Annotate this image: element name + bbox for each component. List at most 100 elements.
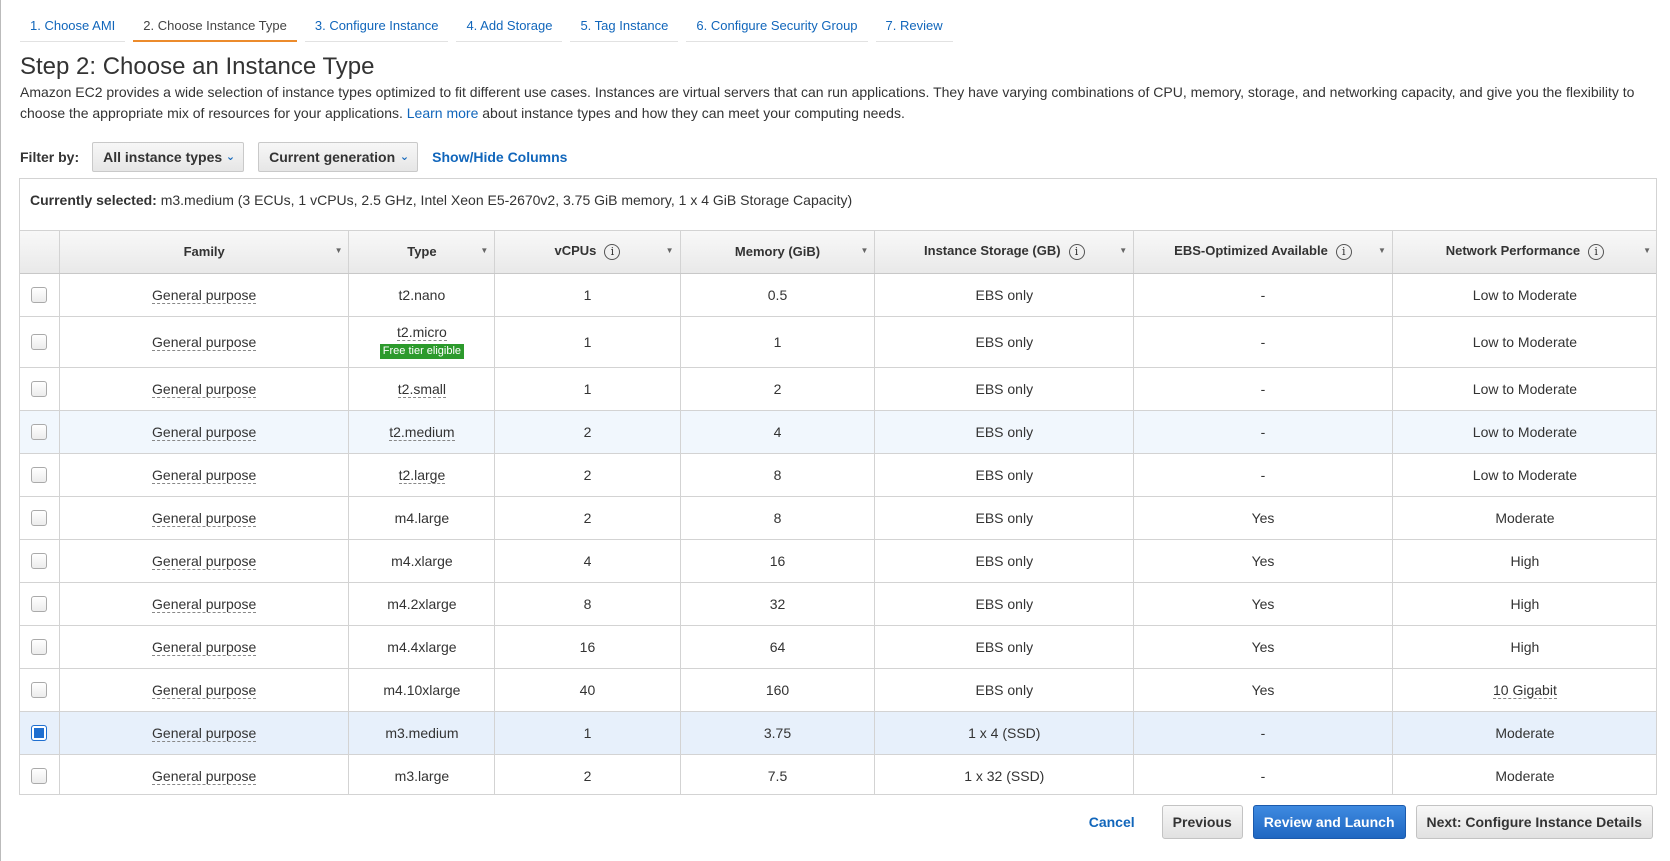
vcpus-cell: 8 xyxy=(494,582,681,626)
family-cell: General purpose xyxy=(152,552,257,570)
row-checkbox[interactable] xyxy=(31,682,48,699)
sort-icon: ▼ xyxy=(1377,246,1386,255)
row-checkbox[interactable] xyxy=(31,639,48,656)
instance-type-filter-select[interactable]: All instance types ⌄ xyxy=(92,142,245,172)
memory-cell: 64 xyxy=(680,625,876,669)
family-cell: General purpose xyxy=(152,333,257,351)
table-row[interactable]: General purpose m4.large 2 8 EBS only Ye… xyxy=(20,496,1656,540)
previous-button[interactable]: Previous xyxy=(1161,805,1243,839)
row-checkbox[interactable] xyxy=(31,510,48,527)
memory-cell: 0.5 xyxy=(680,273,876,317)
column-header-network-performance[interactable]: Network Performance i ▼ xyxy=(1392,231,1656,274)
instance-types-panel: Currently selected: m3.medium (3 ECUs, 1… xyxy=(19,178,1657,795)
tab-add-storage[interactable]: 4. Add Storage xyxy=(456,12,563,42)
network-cell: High xyxy=(1392,582,1656,626)
memory-cell: 160 xyxy=(680,668,876,712)
column-header-memory[interactable]: Memory (GiB) ▼ xyxy=(680,231,876,274)
vcpus-cell: 2 xyxy=(494,410,681,454)
type-cell: m4.4xlarge xyxy=(387,638,457,655)
column-header-vcpus[interactable]: vCPUs i ▼ xyxy=(494,231,681,274)
row-checkbox[interactable] xyxy=(31,553,48,570)
table-row-selected[interactable]: General purpose m3.medium 1 3.75 1 x 4 (… xyxy=(20,711,1656,755)
memory-cell: 1 xyxy=(680,316,876,368)
vcpus-cell: 16 xyxy=(494,625,681,669)
ebs-cell: Yes xyxy=(1133,539,1393,583)
type-cell: t2.micro xyxy=(397,324,447,341)
ebs-cell: - xyxy=(1133,316,1393,368)
show-hide-columns-link[interactable]: Show/Hide Columns xyxy=(432,149,567,165)
network-cell: Low to Moderate xyxy=(1392,367,1656,411)
network-cell: Moderate xyxy=(1392,754,1656,794)
network-cell: 10 Gigabit xyxy=(1493,681,1557,699)
row-checkbox[interactable] xyxy=(31,596,48,613)
vcpus-cell: 2 xyxy=(494,496,681,540)
info-icon[interactable]: i xyxy=(604,244,621,261)
column-header-instance-storage[interactable]: Instance Storage (GB) i ▼ xyxy=(874,231,1135,274)
next-configure-instance-details-button[interactable]: Next: Configure Instance Details xyxy=(1415,805,1653,839)
table-row[interactable]: General purpose t2.micro Free tier eligib… xyxy=(20,316,1656,368)
family-cell: General purpose xyxy=(152,466,257,484)
type-cell: m4.2xlarge xyxy=(387,595,457,612)
network-cell: Moderate xyxy=(1392,711,1656,755)
row-checkbox-checked[interactable] xyxy=(31,725,48,742)
learn-more-link[interactable]: Learn more xyxy=(407,105,479,121)
table-row[interactable]: General purpose t2.nano 1 0.5 EBS only -… xyxy=(20,273,1656,317)
tab-configure-security-group[interactable]: 6. Configure Security Group xyxy=(686,12,868,42)
chevron-down-icon: ⌄ xyxy=(225,151,236,163)
type-cell: t2.large xyxy=(398,466,446,484)
tab-review[interactable]: 7. Review xyxy=(875,12,953,42)
review-and-launch-button[interactable]: Review and Launch xyxy=(1252,805,1406,839)
table-row[interactable]: General purpose m4.xlarge 4 16 EBS only … xyxy=(20,539,1656,583)
memory-cell: 8 xyxy=(680,453,876,497)
column-header-type[interactable]: Type ▼ xyxy=(348,231,496,274)
row-checkbox[interactable] xyxy=(31,287,48,304)
ebs-cell: Yes xyxy=(1133,668,1393,712)
table-row[interactable]: General purpose t2.large 2 8 EBS only - … xyxy=(20,453,1656,497)
tab-choose-ami[interactable]: 1. Choose AMI xyxy=(20,12,126,42)
family-cell: General purpose xyxy=(152,638,257,656)
cancel-link[interactable]: Cancel xyxy=(1089,814,1135,830)
sort-icon: ▼ xyxy=(334,246,343,255)
storage-cell: EBS only xyxy=(874,410,1135,454)
memory-cell: 16 xyxy=(680,539,876,583)
type-cell: t2.nano xyxy=(398,286,446,303)
vcpus-cell: 2 xyxy=(494,754,681,794)
tab-configure-instance[interactable]: 3. Configure Instance xyxy=(304,12,449,42)
chevron-down-icon: ⌄ xyxy=(399,151,410,163)
table-row[interactable]: General purpose t2.medium 2 4 EBS only -… xyxy=(20,410,1656,454)
tab-choose-instance-type[interactable]: 2. Choose Instance Type xyxy=(133,12,297,42)
network-cell: Low to Moderate xyxy=(1392,273,1656,317)
info-icon[interactable]: i xyxy=(1335,244,1352,261)
row-checkbox[interactable] xyxy=(31,467,48,484)
info-icon[interactable]: i xyxy=(1588,244,1605,261)
sort-icon: ▼ xyxy=(1119,246,1128,255)
column-header-family[interactable]: Family ▼ xyxy=(59,231,350,274)
row-checkbox[interactable] xyxy=(31,381,48,398)
table-row[interactable]: General purpose m4.2xlarge 8 32 EBS only… xyxy=(20,582,1656,626)
memory-cell: 2 xyxy=(680,367,876,411)
sort-icon: ▼ xyxy=(1643,246,1651,255)
generation-filter-select[interactable]: Current generation ⌄ xyxy=(258,142,419,172)
wizard-footer: Cancel Previous Review and Launch Next: … xyxy=(1089,805,1653,839)
memory-cell: 7.5 xyxy=(680,754,876,794)
storage-cell: EBS only xyxy=(874,582,1135,626)
type-cell: m3.medium xyxy=(385,724,459,741)
table-row[interactable]: General purpose m3.large 2 7.5 1 x 32 (S… xyxy=(20,754,1656,794)
memory-cell: 4 xyxy=(680,410,876,454)
row-checkbox[interactable] xyxy=(31,768,48,785)
column-header-ebs-optimized[interactable]: EBS-Optimized Available i ▼ xyxy=(1133,231,1393,274)
table-row[interactable]: General purpose m4.10xlarge 40 160 EBS o… xyxy=(20,668,1656,712)
table-row[interactable]: General purpose m4.4xlarge 16 64 EBS onl… xyxy=(20,625,1656,669)
ebs-cell: - xyxy=(1133,754,1393,794)
family-cell: General purpose xyxy=(152,423,257,441)
info-icon[interactable]: i xyxy=(1068,244,1085,261)
row-checkbox[interactable] xyxy=(31,424,48,441)
tab-tag-instance[interactable]: 5. Tag Instance xyxy=(570,12,679,42)
row-checkbox[interactable] xyxy=(31,334,48,351)
vcpus-cell: 1 xyxy=(494,711,681,755)
table-row[interactable]: General purpose t2.small 1 2 EBS only - … xyxy=(20,367,1656,411)
type-cell: t2.medium xyxy=(389,423,455,441)
storage-cell: 1 x 4 (SSD) xyxy=(874,711,1135,755)
family-cell: General purpose xyxy=(152,595,257,613)
filter-bar: Filter by: All instance types ⌄ Current … xyxy=(20,142,567,172)
